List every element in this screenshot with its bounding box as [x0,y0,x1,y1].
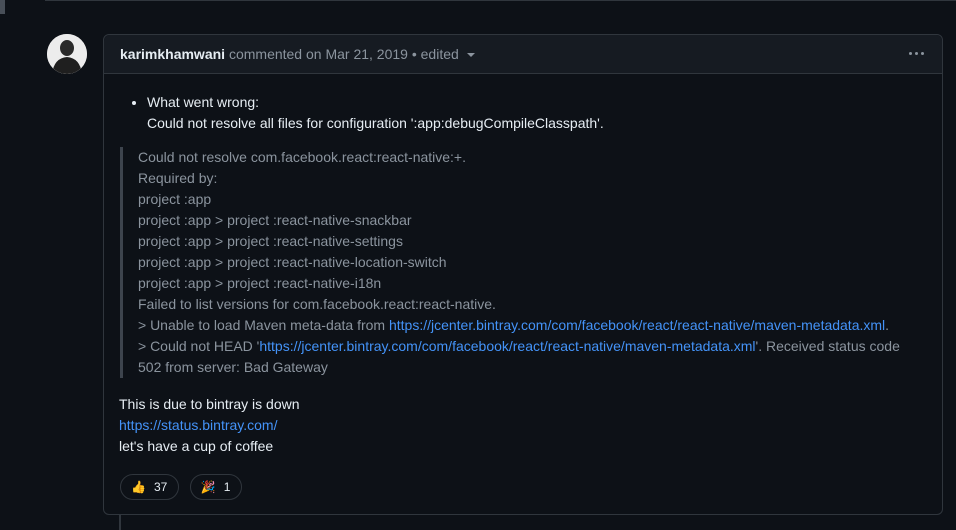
reaction-thumbs-up[interactable]: 👍 37 [120,474,180,500]
maven-metadata-link-2[interactable]: https://jcenter.bintray.com/com/facebook… [259,338,755,354]
reaction-count: 1 [223,480,231,494]
quote-line: project :app > project :react-native-loc… [138,254,447,270]
edited-label[interactable]: • edited [412,46,459,62]
followup-line: https://status.bintray.com/ [119,415,300,436]
timeline-line [119,514,121,530]
scroll-marker [0,0,5,14]
status-link[interactable]: https://status.bintray.com/ [119,417,277,433]
comment-meta[interactable]: commented on Mar 21, 2019 [229,46,408,62]
quote-line: project :app > project :react-native-sna… [138,212,412,228]
quote-text: > Unable to load Maven meta-data from [138,317,389,333]
blockquote: Could not resolve com.facebook.react:rea… [120,147,938,378]
reaction-hooray[interactable]: 🎉 1 [189,474,243,500]
avatar[interactable] [47,34,87,74]
comment-header: karimkhamwani commented on Mar 21, 2019 … [104,35,942,74]
thumbs-up-icon: 👍 [131,480,146,494]
quote-text: > Could not HEAD ' [138,338,260,354]
comment-card: karimkhamwani commented on Mar 21, 2019 … [103,34,943,515]
maven-metadata-link[interactable]: https://jcenter.bintray.com/com/facebook… [389,317,885,333]
quote-line: project :app [138,191,212,207]
list-title: What went wrong: [147,94,260,110]
more-options-icon[interactable] [906,35,924,73]
quote-line: > Unable to load Maven meta-data from ht… [138,315,938,336]
followup-text: This is due to bintray is down https://s… [119,394,300,457]
quote-line: 502 from server: Bad Gateway [138,359,328,375]
error-list: What went wrong: Could not resolve all f… [119,92,929,134]
avatar-image [47,34,87,74]
quote-line: project :app > project :react-native-i18… [138,275,382,291]
quote-line: project :app > project :react-native-set… [138,233,403,249]
reaction-count: 37 [153,480,168,494]
quote-text: . [885,317,890,333]
comment-body: What went wrong: Could not resolve all f… [119,92,929,454]
list-item: What went wrong: Could not resolve all f… [147,92,929,134]
author-link[interactable]: karimkhamwani [120,46,225,62]
followup-line: let's have a cup of coffee [119,438,274,454]
reactions-bar: 👍 37 🎉 1 [120,474,248,500]
chevron-down-icon[interactable] [466,53,475,58]
quote-line: Could not resolve com.facebook.react:rea… [138,149,467,165]
quote-line: > Could not HEAD 'https://jcenter.bintra… [138,336,938,357]
divider [45,0,956,1]
followup-line: This is due to bintray is down [119,396,300,412]
party-popper-icon: 🎉 [200,480,216,494]
quote-line: Required by: [138,170,218,186]
quote-line: Failed to list versions for com.facebook… [138,296,496,312]
quote-text: '. Received status code [755,338,900,354]
list-detail: Could not resolve all files for configur… [147,115,604,131]
